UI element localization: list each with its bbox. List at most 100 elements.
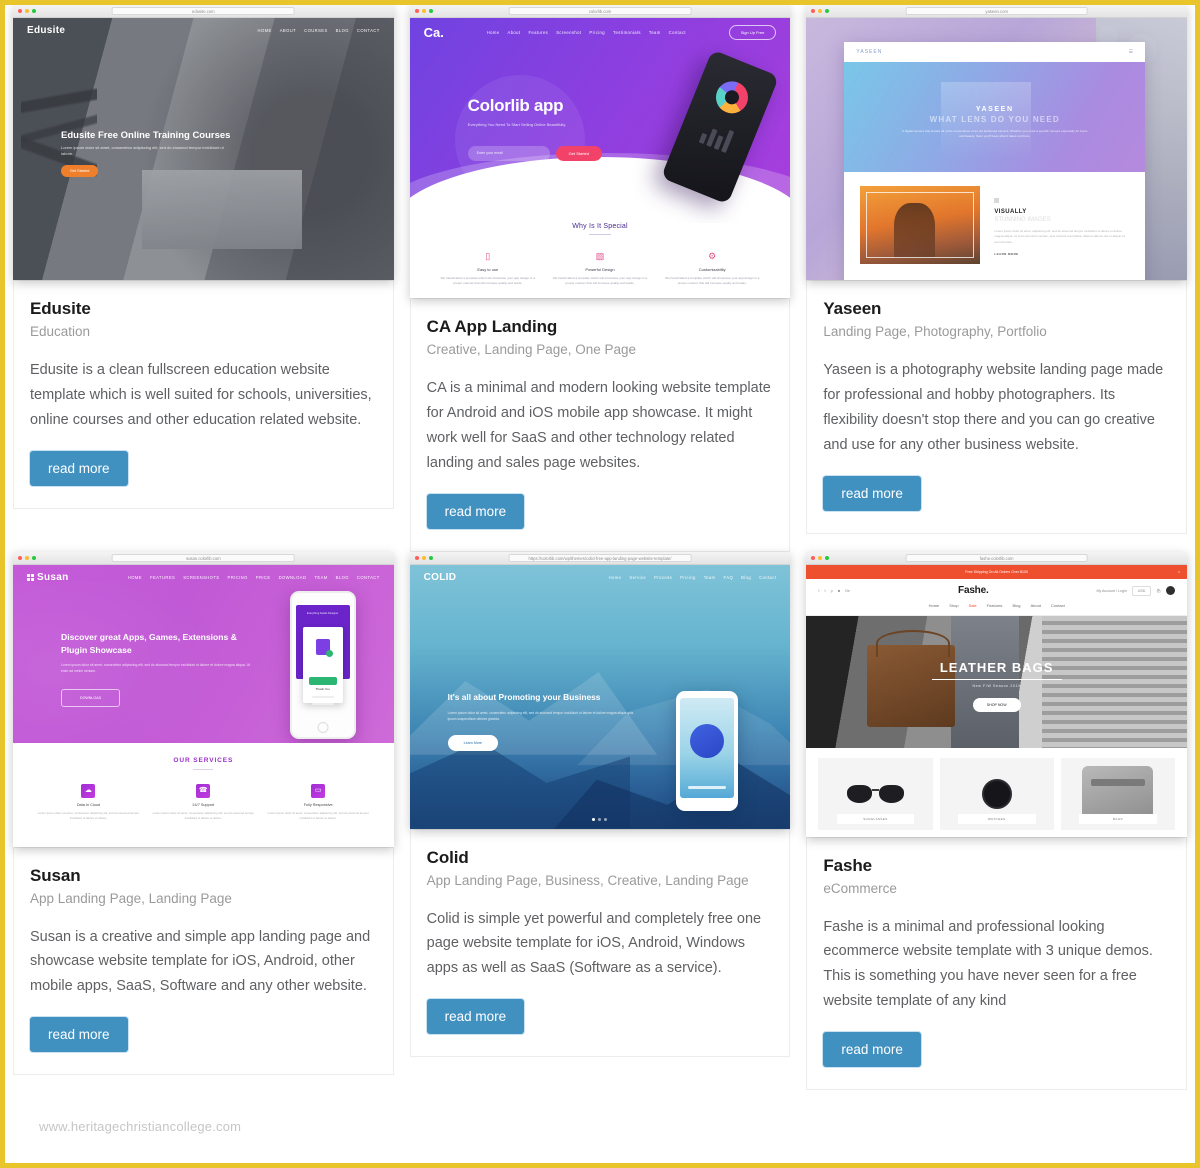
signup-button: Sign Up Free (728, 25, 777, 40)
site-watermark: www.heritagechristiancollege.com (39, 1119, 242, 1134)
preview-thumbnail-yaseen[interactable]: yaseen.com YASEEN ☰ YASEEN WHAT LENS DO … (806, 5, 1187, 280)
product-label: BAGS (1079, 813, 1157, 824)
currency-selector: USD (1131, 585, 1152, 596)
browser-url-bar: susan.colorlib.com (111, 553, 295, 562)
card-title: Yaseen (823, 299, 882, 318)
order-success-icon (315, 638, 333, 657)
maximize-window-dot (825, 555, 830, 560)
phone-screen (680, 697, 735, 798)
services-section: OUR SERVICES ☁ Data In Cloud Lorem ipsum… (13, 743, 394, 821)
minimize-window-dot (25, 9, 29, 13)
read-more-button[interactable]: read more (426, 493, 525, 529)
read-more-button[interactable]: read more (426, 999, 525, 1035)
nav-link-contact: CONTACT (356, 28, 380, 33)
nav-link-contact: Contact (668, 30, 686, 35)
phone-home-button (317, 721, 329, 733)
nav-link-blog: BLOG (335, 28, 349, 33)
close-window-dot (18, 555, 22, 560)
hero-cta-button: Learn More (447, 734, 499, 751)
nav-link-features: Features (528, 30, 549, 35)
download-button: DOWNLOAD (61, 689, 121, 708)
window-controls (18, 555, 36, 560)
gear-icon: ⚙ (708, 251, 717, 261)
photography-image (860, 186, 981, 264)
header-utilities: My Account / Login USD 🛍 (1096, 585, 1175, 596)
section-text: Lorem ipsum dolor sit amet, adipiscing e… (994, 229, 1126, 244)
browser-chrome-bar: colorlib.com (409, 5, 791, 18)
features-section-title: Why Is It Special (572, 223, 628, 230)
template-showcase-grid: edusite.com Edusite HOME ABOUT COURSES B… (5, 5, 1195, 1091)
feature-text: We handcrafted a template which will sho… (665, 276, 760, 285)
template-card-colid: https://colorlib.com/wp/themes/colid-fre… (402, 551, 799, 1091)
hero-title: LEATHER BAGS (939, 659, 1054, 675)
site-logo: Susan (27, 572, 69, 583)
shop-now-button: SHOP NOW (972, 698, 1021, 713)
template-card-ca-app-landing: colorlib.com Ca. Home About Features Scr… (402, 5, 799, 552)
hero-divider (931, 678, 1062, 681)
phone-mockup (676, 690, 739, 811)
preview-thumbnail-susan[interactable]: susan.colorlib.com Susan HOME FEATURES S… (13, 551, 394, 847)
hero-banner: YASEEN WHAT LENS DO YOU NEED A digital c… (844, 62, 1146, 172)
donut-chart-icon (711, 76, 754, 119)
preview-viewport: Free Shipping On All Orders Over $100 × … (806, 564, 1187, 837)
preview-viewport: COLID Home Service Process Pricing Team … (409, 564, 791, 829)
feature-text: We handcrafted a template which will sho… (552, 276, 648, 285)
card-text-panel: Yaseen Landing Page, Photography, Portfo… (806, 280, 1187, 534)
minimize-window-dot (421, 9, 426, 13)
inner-site-window: YASEEN ☰ YASEEN WHAT LENS DO YOU NEED A … (844, 42, 1146, 280)
placeholder-line (311, 695, 334, 698)
nav-link-courses: COURSES (304, 28, 328, 33)
feature-item: ▧ Powerful Design We handcrafted a templ… (549, 251, 650, 286)
read-more-button[interactable]: read more (823, 475, 921, 511)
minimize-window-dot (25, 555, 29, 560)
close-window-dot (18, 9, 22, 13)
maximize-window-dot (428, 9, 433, 13)
services-list: ☁ Data In Cloud Lorem ipsum dolor sit am… (13, 783, 394, 821)
app-progress-bar (688, 785, 727, 789)
card-text-panel: Susan App Landing Page, Landing Page Sus… (13, 846, 394, 1076)
phone-mockup: Everything Awaits Designer Thank You (289, 590, 356, 739)
service-title: Fully Responsive (303, 802, 333, 807)
read-more-button[interactable]: read more (823, 1032, 921, 1068)
hero-subtitle: Lorem ipsum dolor sit amet, consectetur … (447, 710, 634, 721)
phone-order-card: Thank You (302, 626, 343, 705)
site-navigation: YASEEN ☰ (844, 42, 1145, 62)
nav-link-contact: CONTACT (356, 574, 380, 580)
preview-thumbnail-colid[interactable]: https://colorlib.com/wp/themes/colid-fre… (409, 551, 791, 829)
support-icon: ☎ (196, 783, 211, 798)
read-more-button[interactable]: read more (30, 1017, 128, 1053)
nav-link-features: FEATURES (149, 574, 176, 580)
facebook-icon: f (818, 588, 820, 594)
phone-thanks-text: Thank You (315, 686, 330, 691)
read-more-button[interactable]: read more (30, 450, 128, 486)
card-categories: Landing Page, Photography, Portfolio (823, 324, 1047, 339)
nav-link-sale: Sale (968, 602, 977, 608)
preview-thumbnail-edusite[interactable]: edusite.com Edusite HOME ABOUT COURSES B… (13, 5, 394, 280)
window-controls (811, 555, 830, 560)
nav-link-blog: Blog (741, 574, 752, 580)
preview-thumbnail-fashe[interactable]: fashe.colorlib.com Free Shipping On All … (806, 551, 1187, 837)
nav-link-screenshot: Screenshot (556, 30, 582, 35)
feature-title: Customizability (698, 267, 726, 272)
card-title: Colid (426, 847, 469, 867)
service-text: Lorem ipsum dolor sit amet, consectetur … (152, 810, 254, 820)
product-category-list: SUNGLASSES WATCHES BAGS (806, 748, 1187, 837)
sunglasses-icon (846, 784, 904, 803)
browser-chrome-bar: fashe.colorlib.com (806, 551, 1187, 565)
window-controls (811, 9, 830, 13)
site-logo: YASEEN (856, 49, 883, 55)
nav-link-team: Team (648, 30, 661, 35)
card-categories: App Landing Page, Business, Creative, La… (426, 872, 749, 888)
card-title: Edusite (30, 299, 91, 318)
site-logo: Ca. (423, 25, 444, 40)
card-categories: Creative, Landing Page, One Page (426, 342, 637, 357)
preview-thumbnail-ca-app-landing[interactable]: colorlib.com Ca. Home About Features Scr… (409, 5, 791, 298)
nav-link-pricing: Pricing (589, 30, 605, 35)
maximize-window-dot (428, 555, 433, 560)
hero-subtitle: Lorem ipsum dolor sit amet, consectetur … (61, 145, 224, 156)
watch-icon (981, 778, 1012, 809)
nav-link-home: HOME (127, 574, 142, 580)
hero-signup-form: Enter your email Get Started (467, 146, 618, 161)
hero-section: LEATHER BAGS New F/W Season 2019 SHOP NO… (806, 615, 1187, 748)
hero-subtitle: Lorem ipsum dolor sit amet, consectetur … (61, 663, 251, 674)
